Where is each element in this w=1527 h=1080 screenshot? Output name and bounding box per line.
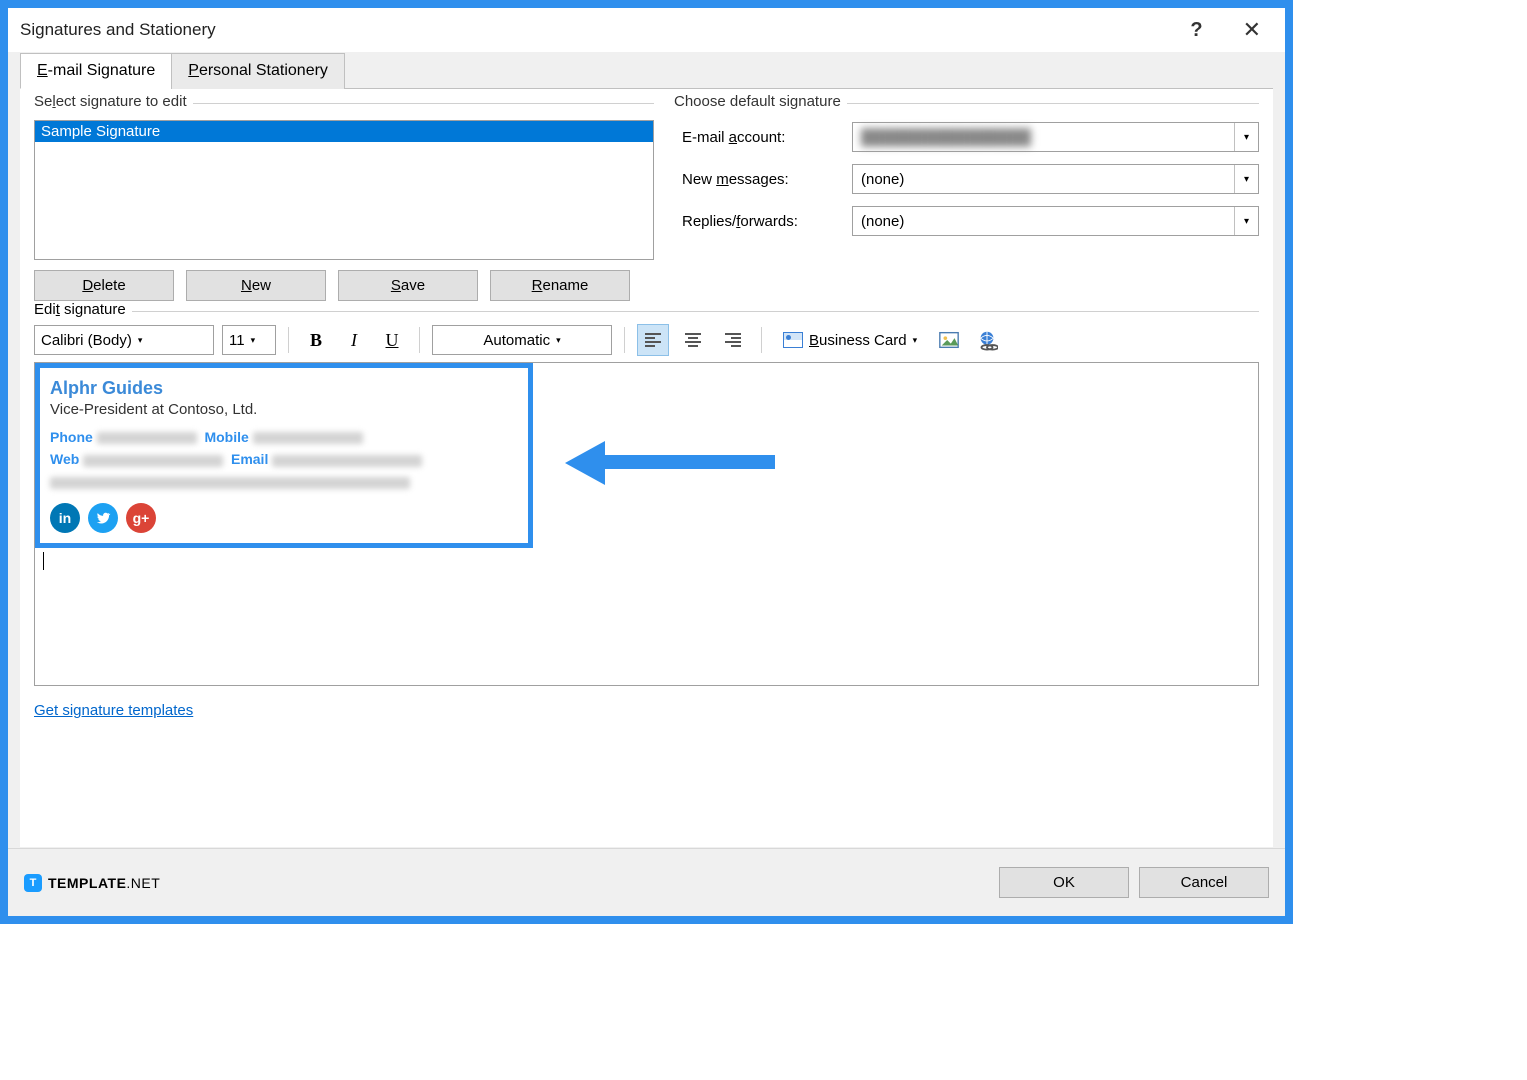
chevron-down-icon: ▾ (251, 335, 256, 346)
chevron-down-icon: ▾ (138, 335, 143, 346)
chevron-down-icon: ▾ (556, 335, 561, 346)
email-account-label: E-mail account: (682, 129, 852, 146)
edit-signature-legend: Edit signature (34, 301, 132, 318)
footer-bar: T TEMPLATE.NET OK Cancel (8, 848, 1285, 916)
business-card-icon (783, 332, 803, 348)
new-messages-label: New messages: (682, 171, 852, 188)
chevron-down-icon: ▾ (1234, 207, 1258, 235)
tab-strip: E-mail Signature Personal Stationery (20, 52, 1273, 89)
annotation-arrow (565, 441, 775, 481)
email-label: Email (231, 451, 268, 467)
editor-toolbar: Calibri (Body)▾ 11▾ B I U Automatic▾ (34, 324, 1259, 356)
tab-personal-stationery[interactable]: Personal Stationery (171, 53, 345, 89)
signature-job-title: Vice-President at Contoso, Ltd. (50, 401, 516, 418)
insert-hyperlink-button[interactable] (972, 325, 1002, 355)
bold-button[interactable]: B (301, 325, 331, 355)
signature-list-item[interactable]: Sample Signature (35, 121, 653, 142)
italic-button[interactable]: I (339, 325, 369, 355)
chevron-down-icon: ▾ (1234, 123, 1258, 151)
signature-editor[interactable]: Alphr Guides Vice-President at Contoso, … (34, 362, 1259, 686)
tab-email-signature[interactable]: E-mail Signature (20, 53, 172, 89)
font-color-select[interactable]: Automatic▾ (432, 325, 612, 355)
tab-content: Select signature to edit Sample Signatur… (20, 89, 1273, 847)
save-button[interactable]: Save (338, 270, 478, 301)
replies-select[interactable]: (none) ▾ (852, 206, 1259, 236)
text-cursor (43, 552, 1258, 570)
align-right-button[interactable] (717, 324, 749, 356)
web-label: Web (50, 451, 79, 467)
signature-preview-card: Alphr Guides Vice-President at Contoso, … (35, 363, 533, 548)
align-left-button[interactable] (637, 324, 669, 356)
rename-button[interactable]: Rename (490, 270, 630, 301)
phone-label: Phone (50, 429, 93, 445)
separator (419, 327, 420, 353)
separator (288, 327, 289, 353)
chevron-down-icon: ▾ (913, 335, 918, 346)
font-name-select[interactable]: Calibri (Body)▾ (34, 325, 214, 355)
font-size-select[interactable]: 11▾ (222, 325, 276, 355)
dialog-window: Signatures and Stationery ? ✕ E-mail Sig… (0, 0, 1293, 924)
get-templates-link[interactable]: Get signature templates (34, 702, 193, 719)
help-icon[interactable]: ? (1190, 19, 1202, 42)
delete-button[interactable]: Delete (34, 270, 174, 301)
linkedin-icon[interactable]: in (50, 503, 80, 533)
select-signature-legend: Select signature to edit (34, 93, 193, 110)
window-title: Signatures and Stationery (20, 20, 216, 40)
edit-signature-group: Edit signature Calibri (Body)▾ 11▾ B I U… (34, 311, 1259, 719)
twitter-icon[interactable] (88, 503, 118, 533)
new-button[interactable]: New (186, 270, 326, 301)
phone-value-redacted (97, 432, 197, 444)
insert-picture-button[interactable] (934, 325, 964, 355)
signature-name: Alphr Guides (50, 378, 516, 399)
mobile-value-redacted (253, 432, 363, 444)
chevron-down-icon: ▾ (1234, 165, 1258, 193)
align-center-button[interactable] (677, 324, 709, 356)
logo-icon: T (24, 874, 42, 892)
new-messages-select[interactable]: (none) ▾ (852, 164, 1259, 194)
close-icon[interactable]: ✕ (1243, 17, 1261, 43)
separator (761, 327, 762, 353)
logo: T TEMPLATE.NET (24, 874, 160, 892)
email-value-redacted (272, 455, 422, 467)
default-signature-group: Choose default signature E-mail account:… (674, 103, 1259, 301)
email-account-select[interactable]: ████████████████ ▾ (852, 122, 1259, 152)
separator (624, 327, 625, 353)
address-redacted (50, 477, 410, 489)
email-account-value: ████████████████ (861, 129, 1031, 146)
web-value-redacted (83, 455, 223, 467)
underline-button[interactable]: U (377, 325, 407, 355)
new-messages-value: (none) (861, 171, 904, 188)
replies-value: (none) (861, 213, 904, 230)
default-signature-legend: Choose default signature (674, 93, 847, 110)
googleplus-icon[interactable]: g+ (126, 503, 156, 533)
cancel-button[interactable]: Cancel (1139, 867, 1269, 898)
select-signature-group: Select signature to edit Sample Signatur… (34, 103, 654, 301)
business-card-button[interactable]: Business Card ▾ (774, 325, 926, 355)
mobile-label: Mobile (204, 429, 248, 445)
signature-list[interactable]: Sample Signature (34, 120, 654, 260)
ok-button[interactable]: OK (999, 867, 1129, 898)
client-area: E-mail Signature Personal Stationery Sel… (8, 52, 1285, 848)
replies-label: Replies/forwards: (682, 213, 852, 230)
title-bar: Signatures and Stationery ? ✕ (8, 8, 1285, 52)
